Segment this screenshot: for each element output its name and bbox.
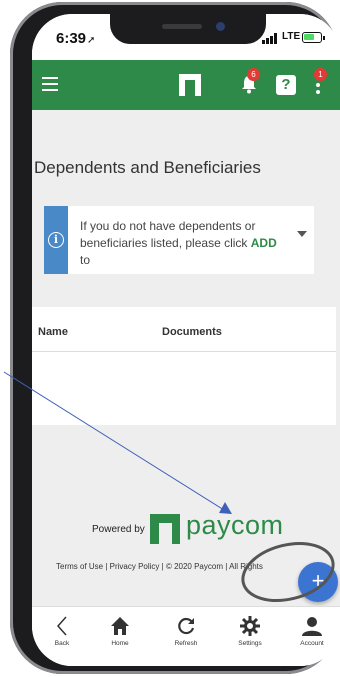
notification-count-badge: 6: [247, 68, 260, 81]
info-stripe: i: [44, 206, 68, 274]
status-time: 6:39➚: [56, 30, 96, 47]
footer-links[interactable]: Terms of Use | Privacy Policy | © 2020 P…: [56, 562, 263, 571]
app-bar: 6 ? 1: [32, 60, 340, 110]
column-header-name: Name: [38, 326, 68, 338]
phone-frame: 6:39➚ LTE 6 ? 1 Dependents and Beneficia…: [10, 2, 340, 674]
battery-icon: [302, 32, 325, 43]
phone-screen: 6:39➚ LTE 6 ? 1 Dependents and Beneficia…: [32, 14, 340, 666]
nav-refresh[interactable]: Refresh: [164, 615, 208, 647]
info-icon: i: [48, 232, 64, 248]
powered-by-paycom: Powered by paycom: [32, 510, 340, 550]
gear-icon: [240, 616, 260, 636]
paycom-logo-icon[interactable]: [179, 74, 201, 96]
refresh-icon: [178, 617, 195, 635]
nav-home[interactable]: Home: [98, 615, 142, 647]
notifications-button[interactable]: 6: [240, 68, 260, 96]
account-icon: [302, 617, 322, 636]
chevron-down-icon[interactable]: [297, 231, 307, 237]
bottom-nav: Back Home Refresh Settings Account: [32, 606, 340, 666]
powered-by-text: Powered by: [92, 524, 145, 535]
dependents-table: Name Documents: [32, 307, 336, 425]
nav-account[interactable]: Account: [290, 615, 334, 647]
column-header-documents: Documents: [162, 326, 222, 338]
more-options-icon[interactable]: 1: [314, 68, 327, 94]
back-icon: [56, 616, 67, 636]
location-arrow-icon: ➚: [87, 35, 96, 46]
add-button[interactable]: +: [298, 562, 338, 602]
main-content: Dependents and Beneficiaries i If you do…: [32, 110, 340, 606]
signal-icon: [262, 33, 280, 44]
phone-notch: [110, 14, 266, 44]
table-divider: [32, 351, 336, 352]
more-options-badge: 1: [314, 68, 327, 81]
help-button[interactable]: ?: [276, 75, 296, 95]
home-icon: [111, 617, 129, 635]
nav-back[interactable]: Back: [40, 615, 84, 647]
paycom-wordmark: paycom: [186, 510, 284, 540]
status-bar: 6:39➚ LTE: [32, 14, 340, 60]
paycom-logo-mark: [150, 514, 180, 544]
nav-settings[interactable]: Settings: [228, 615, 272, 647]
info-banner[interactable]: i If you do not have dependents or benef…: [44, 206, 314, 274]
info-message: If you do not have dependents or benefic…: [80, 219, 277, 267]
network-type: LTE: [282, 31, 301, 42]
menu-icon[interactable]: [42, 77, 58, 91]
page-title: Dependents and Beneficiaries: [34, 158, 261, 177]
